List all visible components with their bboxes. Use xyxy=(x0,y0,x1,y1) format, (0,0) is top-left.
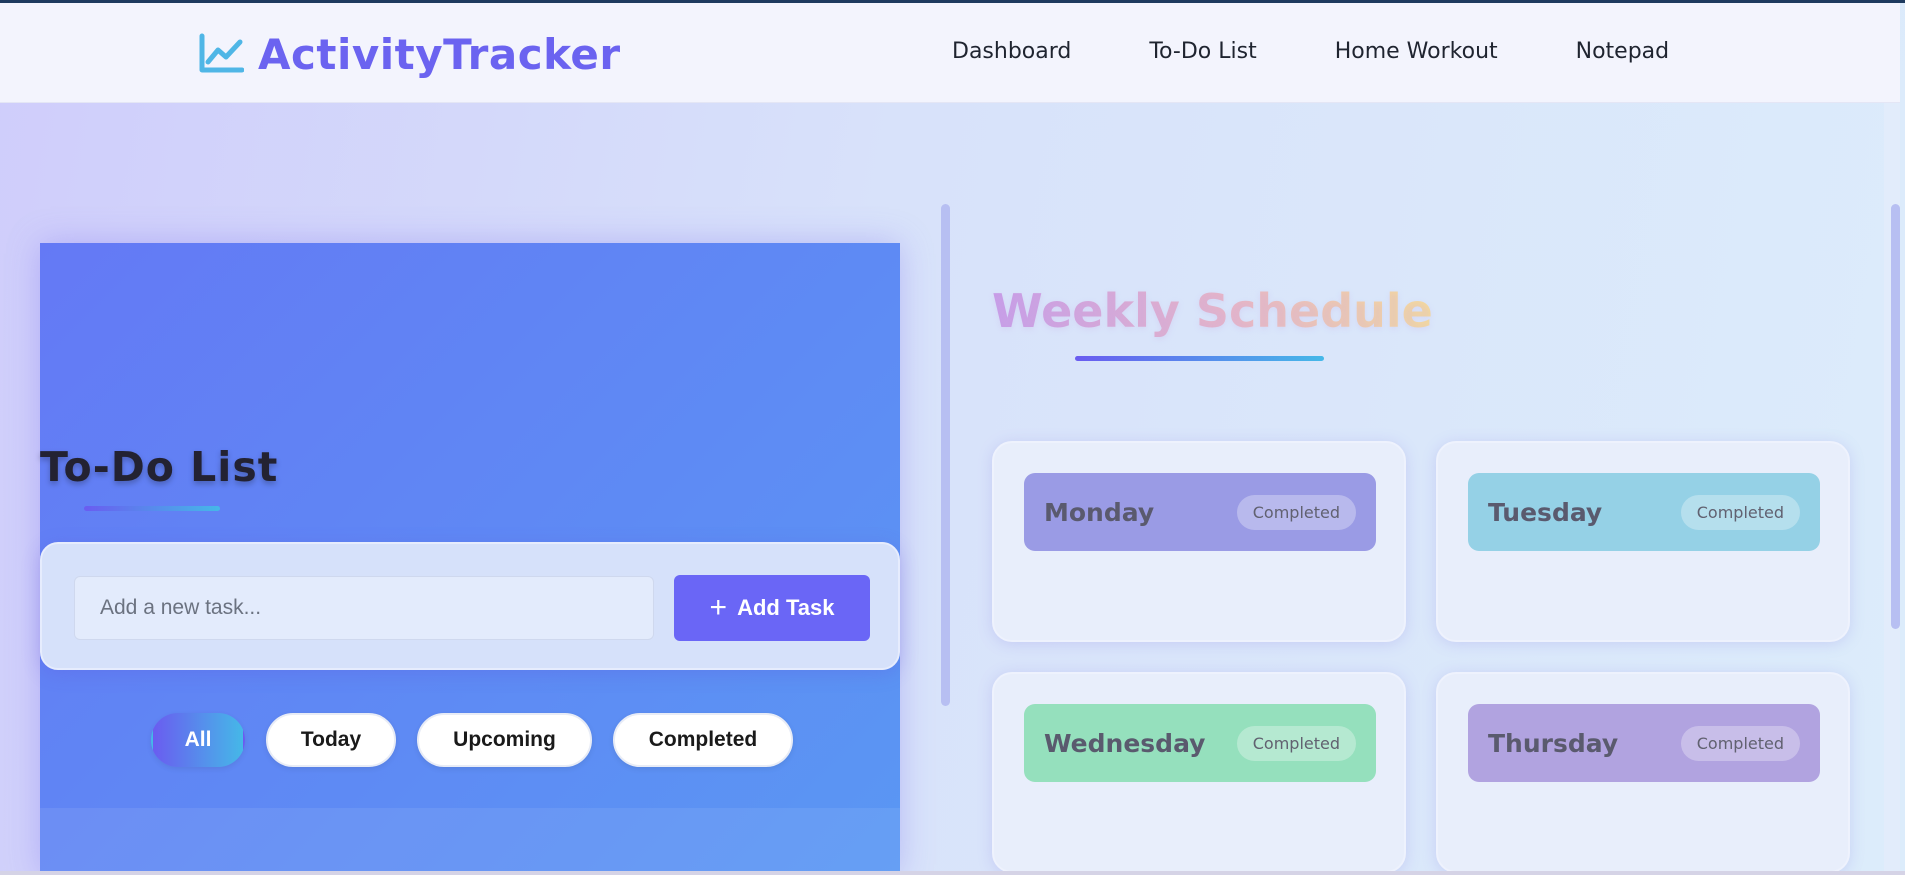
weekly-schedule-title: Weekly Schedule xyxy=(992,284,1433,338)
day-card-monday[interactable]: Monday Completed xyxy=(992,441,1406,642)
brand-logo[interactable]: ActivityTracker xyxy=(198,29,621,79)
task-list xyxy=(40,808,900,875)
day-header: Monday Completed xyxy=(1024,473,1376,551)
todo-title-underline xyxy=(84,506,220,511)
day-name: Thursday xyxy=(1488,728,1619,758)
chart-line-icon xyxy=(199,33,244,73)
nav-link-home-workout[interactable]: Home Workout xyxy=(1335,39,1498,64)
nav-link-notepad[interactable]: Notepad xyxy=(1576,39,1670,64)
nav-link-todo-list[interactable]: To-Do List xyxy=(1149,39,1256,64)
brand-name: ActivityTracker xyxy=(258,29,621,79)
status-badge: Completed xyxy=(1236,494,1356,530)
filter-all[interactable]: All xyxy=(151,713,245,767)
status-badge: Completed xyxy=(1680,725,1800,761)
filter-upcoming[interactable]: Upcoming xyxy=(417,713,592,767)
day-name: Wednesday xyxy=(1044,728,1206,758)
add-task-form: + Add Task xyxy=(40,542,900,670)
status-badge: Completed xyxy=(1236,725,1356,761)
left-panel-scrollbar[interactable] xyxy=(941,204,950,706)
day-card-tuesday[interactable]: Tuesday Completed xyxy=(1436,441,1850,642)
page-scrollbar-thumb[interactable] xyxy=(1891,204,1900,629)
day-card-wednesday[interactable]: Wednesday Completed xyxy=(992,672,1406,873)
filter-completed[interactable]: Completed xyxy=(613,713,793,767)
day-header: Tuesday Completed xyxy=(1468,473,1820,551)
main-nav: Dashboard To-Do List Home Workout Notepa… xyxy=(952,39,1747,64)
day-name: Tuesday xyxy=(1488,497,1603,527)
top-navbar: ActivityTracker Dashboard To-Do List Hom… xyxy=(0,3,1900,103)
add-task-button[interactable]: + Add Task xyxy=(674,575,870,641)
plus-icon: + xyxy=(709,591,728,624)
new-task-input[interactable] xyxy=(74,576,654,640)
day-card-thursday[interactable]: Thursday Completed xyxy=(1436,672,1850,873)
day-header: Thursday Completed xyxy=(1468,704,1820,782)
window-bottom-border xyxy=(0,871,1905,875)
weekly-title-underline xyxy=(1075,356,1324,361)
day-name: Monday xyxy=(1044,497,1155,527)
add-task-label: Add Task xyxy=(737,595,835,620)
todo-title: To-Do List xyxy=(40,443,279,491)
nav-link-dashboard[interactable]: Dashboard xyxy=(952,39,1071,64)
filter-today[interactable]: Today xyxy=(266,713,396,767)
todo-panel: To-Do List + Add Task All Today Upcoming… xyxy=(40,243,900,875)
status-badge: Completed xyxy=(1680,494,1800,530)
day-header: Wednesday Completed xyxy=(1024,704,1376,782)
task-filter-group: All Today Upcoming Completed xyxy=(151,713,814,767)
